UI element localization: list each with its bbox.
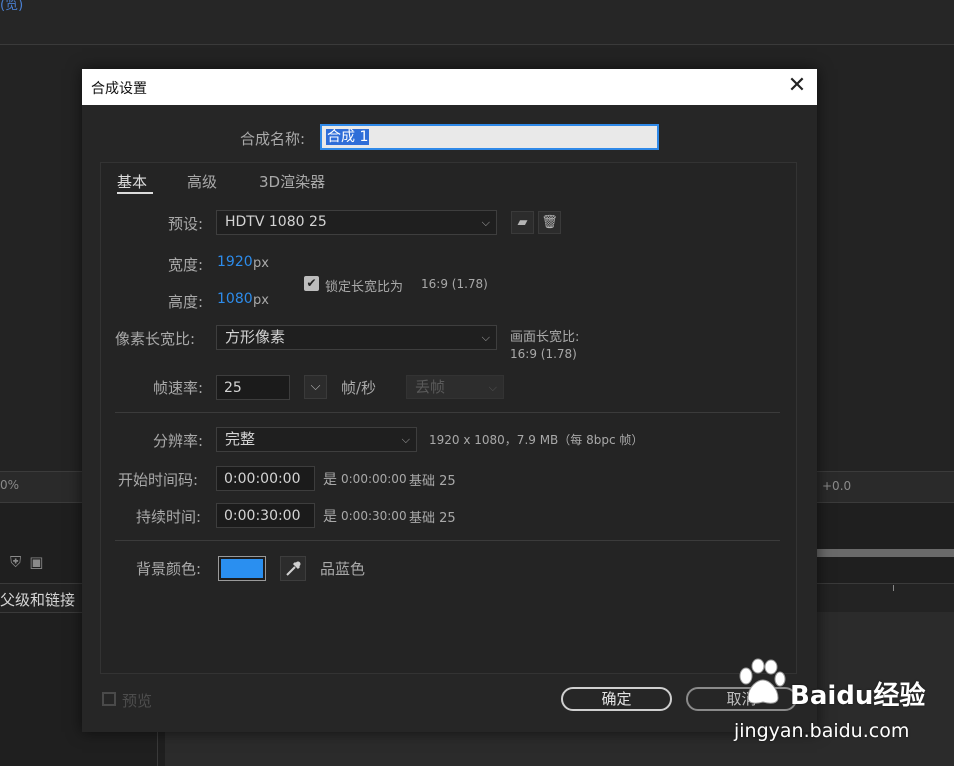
composition-settings-dialog: 合成设置 ✕ 合成名称: 合成 1 基本 高级 3D渲染器 预设: HDTV 1… — [82, 69, 817, 732]
eyedropper-icon[interactable] — [280, 556, 306, 581]
lock-aspect-label: 锁定长宽比为 — [325, 280, 404, 295]
start-timecode-base: 基础 25 — [409, 474, 456, 489]
fps-chevron-down-icon[interactable]: ⌵ — [304, 375, 327, 399]
watermark-url: jingyan.baidu.com — [734, 720, 910, 742]
chevron-down-icon: ⌵ — [481, 216, 490, 229]
timeline-switch-icons[interactable]: ⛨▣ — [10, 553, 51, 571]
resolution-dropdown[interactable]: 完整 ⌵ — [216, 427, 417, 452]
width-label: 宽度: — [168, 256, 204, 274]
lock-aspect-checkbox[interactable]: ✔ — [304, 276, 319, 291]
dialog-title: 合成设置 — [91, 81, 147, 97]
close-icon[interactable]: ✕ — [785, 74, 809, 98]
start-timecode-is: 是 — [323, 472, 337, 488]
comp-name-input[interactable]: 合成 1 — [321, 125, 658, 149]
drop-frame-value: 丢帧 — [415, 378, 446, 396]
frame-aspect-value: 16:9 (1.78) — [510, 347, 577, 361]
tab-basic[interactable]: 基本 — [117, 171, 147, 192]
height-label: 高度: — [168, 293, 204, 311]
save-preset-icon[interactable]: ▰ — [511, 211, 534, 234]
preset-dropdown[interactable]: HDTV 1080 25 ⌵ — [216, 210, 497, 235]
start-timecode-label: 开始时间码: — [118, 471, 199, 489]
bg-color-swatch[interactable] — [218, 556, 266, 581]
chevron-down-icon: ⌵ — [481, 331, 490, 344]
tab-active-underline — [117, 192, 153, 194]
paw-logo-icon — [739, 658, 786, 704]
parent-link-column: 父级和链接 — [0, 591, 76, 609]
fps-input[interactable]: 25 — [216, 375, 290, 400]
resolution-info: 1920 x 1080，7.9 MB（每 8bpc 帧） — [429, 433, 644, 447]
preview-label: 预览 — [122, 692, 153, 710]
bg-color-name: 品蓝色 — [320, 560, 366, 578]
comp-name-value: 合成 1 — [326, 129, 370, 145]
pixel-aspect-dropdown[interactable]: 方形像素 ⌵ — [216, 325, 497, 350]
width-unit: px — [253, 256, 269, 271]
lock-aspect-value: 16:9 (1.78) — [421, 277, 488, 291]
bg-color-fill — [221, 559, 263, 578]
resolution-value: 完整 — [225, 430, 256, 448]
drop-frame-dropdown: 丢帧 ⌵ — [406, 375, 504, 399]
tab-advanced[interactable]: 高级 — [187, 171, 217, 192]
zoom-level[interactable]: 0% — [0, 478, 19, 492]
fps-label: 帧速率: — [153, 379, 204, 397]
ok-button[interactable]: 确定 — [561, 687, 672, 711]
timeline-tick — [893, 585, 894, 591]
duration-is: 是 — [323, 509, 337, 525]
watermark-brand: Baidu经验 — [790, 681, 926, 711]
duration-info: 0:00:30:00 — [341, 509, 407, 523]
duration-label: 持续时间: — [136, 508, 202, 526]
tab-3d-renderer[interactable]: 3D渲染器 — [259, 171, 325, 192]
preview-checkbox[interactable] — [102, 692, 116, 706]
dialog-titlebar: 合成设置 ✕ — [82, 69, 817, 105]
width-value[interactable]: 1920 — [217, 254, 253, 270]
frame-aspect-label: 画面长宽比: — [510, 330, 580, 345]
trash-icon[interactable]: 🗑 — [538, 211, 561, 234]
exposure-offset[interactable]: +0.0 — [822, 479, 851, 493]
start-timecode-input[interactable]: 0:00:00:00 — [216, 466, 315, 491]
duration-base: 基础 25 — [409, 511, 456, 526]
fps-unit: 帧/秒 — [341, 379, 377, 397]
comp-name-label: 合成名称: — [240, 130, 306, 148]
preset-value: HDTV 1080 25 — [225, 214, 327, 230]
chevron-down-icon: ⌵ — [488, 381, 497, 394]
divider — [115, 540, 780, 541]
resolution-label: 分辨率: — [153, 432, 204, 450]
settings-group — [100, 162, 797, 674]
height-value[interactable]: 1080 — [217, 291, 253, 307]
height-unit: px — [253, 293, 269, 308]
preset-label: 预设: — [168, 215, 204, 233]
baidu-watermark — [734, 658, 786, 710]
work-area-bar[interactable] — [816, 549, 954, 557]
pixel-aspect-value: 方形像素 — [225, 328, 286, 346]
chevron-down-icon: ⌵ — [401, 433, 410, 446]
app-top-text: (览) — [0, 0, 24, 13]
start-timecode-info: 0:00:00:00 — [341, 472, 407, 486]
bg-color-label: 背景颜色: — [136, 560, 202, 578]
app-top-bar — [0, 0, 954, 45]
pixel-aspect-label: 像素长宽比: — [115, 330, 196, 348]
duration-input[interactable]: 0:00:30:00 — [216, 503, 315, 528]
divider — [115, 412, 780, 413]
